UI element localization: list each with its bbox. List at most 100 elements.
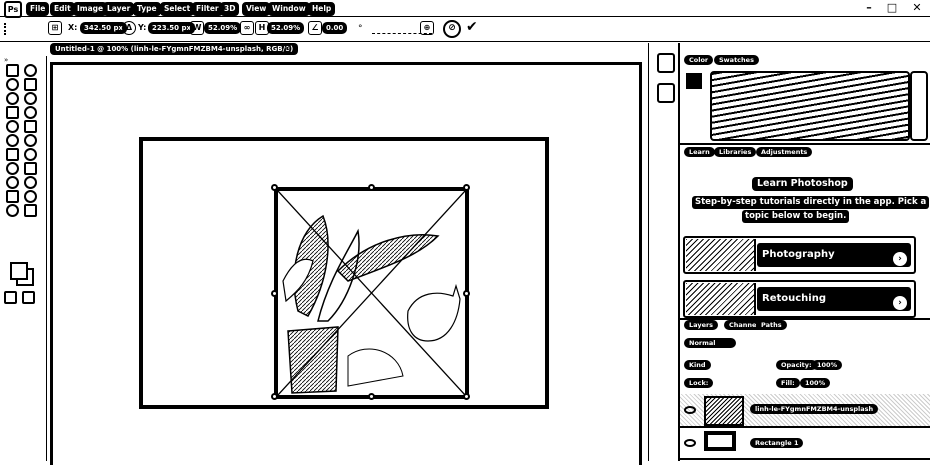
eraser-tool-icon[interactable] <box>24 134 37 147</box>
layer-row-rectangle[interactable]: Rectangle 1 <box>680 428 930 460</box>
opacity-label: Opacity: <box>776 360 817 370</box>
history-panel-icon[interactable] <box>657 83 675 103</box>
placed-image-layer[interactable] <box>274 187 469 399</box>
transform-handle-right[interactable] <box>463 290 470 297</box>
transform-handle-tl[interactable] <box>271 184 278 191</box>
move-tool-icon[interactable] <box>6 64 19 77</box>
menu-select[interactable]: Select <box>160 2 195 16</box>
layer-kind-filter[interactable]: Kind <box>684 360 711 370</box>
edit-toolbar-icon[interactable] <box>24 204 37 217</box>
tab-swatches[interactable]: Swatches <box>714 55 759 65</box>
menu-help[interactable]: Help <box>308 2 336 16</box>
transform-handle-br[interactable] <box>463 393 470 400</box>
y-position-field[interactable]: 223.50 px <box>148 22 195 34</box>
eye-icon[interactable] <box>684 439 696 447</box>
eyedropper-tool-icon[interactable] <box>6 106 19 119</box>
color-spectrum[interactable] <box>710 71 910 141</box>
layer-row-photo[interactable]: linh-le-FYgmnFMZBM4-unsplash <box>680 394 930 428</box>
chevron-right-icon: › <box>893 296 907 310</box>
document-tab[interactable]: Untitled-1 @ 100% (linh-le-FYgmnFMZBM4-u… <box>50 43 299 55</box>
rotate-field[interactable]: 0.00 <box>322 22 348 34</box>
commit-transform-icon[interactable]: ✔ <box>466 19 478 35</box>
toolbar-collapse-icon[interactable]: » <box>4 56 8 64</box>
panel-divider <box>680 143 930 145</box>
transform-handle-top[interactable] <box>368 184 375 191</box>
brush-tool-icon[interactable] <box>6 120 19 133</box>
tab-learn[interactable]: Learn <box>684 147 715 157</box>
photography-thumbnail <box>686 239 756 271</box>
document-tab-title: Untitled-1 @ 100% (linh-le-FYgmnFMZBM4-u… <box>55 45 294 53</box>
color-slider[interactable] <box>910 71 928 141</box>
type-tool-icon[interactable] <box>6 176 19 189</box>
tab-adjustments[interactable]: Adjustments <box>756 147 813 157</box>
transform-handle-bl[interactable] <box>271 393 278 400</box>
layers-divider <box>680 318 930 320</box>
learn-title: Learn Photoshop <box>752 177 853 191</box>
quick-mask-icon[interactable] <box>4 291 17 304</box>
clone-stamp-icon[interactable] <box>24 120 37 133</box>
learn-card-photography[interactable]: Photography › <box>683 236 916 274</box>
x-position-field[interactable]: 342.50 px <box>80 22 127 34</box>
marquee-tool-icon[interactable] <box>6 78 19 91</box>
color-foreground-icon[interactable] <box>686 73 702 89</box>
dodge-tool-icon[interactable] <box>6 162 19 175</box>
fill-field[interactable]: 100% <box>800 378 831 388</box>
fill-label: Fill: <box>776 378 800 388</box>
healing-brush-icon[interactable] <box>24 106 37 119</box>
transform-handle-left[interactable] <box>271 290 278 297</box>
transform-handle-bottom[interactable] <box>368 393 375 400</box>
pen-tool-icon[interactable] <box>24 162 37 175</box>
shape-tool-icon[interactable] <box>6 190 19 203</box>
blur-tool-icon[interactable] <box>24 148 37 161</box>
tab-paths[interactable]: Paths <box>756 320 787 330</box>
options-grip <box>4 23 14 35</box>
minimize-button[interactable]: – <box>862 1 876 14</box>
layer-name[interactable]: Rectangle 1 <box>750 438 804 448</box>
shape-layer-thumbnail <box>704 431 736 451</box>
menu-view[interactable]: View <box>242 2 271 16</box>
tab-color[interactable]: Color <box>684 55 714 65</box>
blend-mode-select[interactable]: Normal <box>684 338 736 348</box>
tab-layers[interactable]: Layers <box>684 320 719 330</box>
layer-thumbnail <box>704 396 744 426</box>
width-field[interactable]: 52.09% <box>204 22 242 34</box>
transform-handle-tr[interactable] <box>463 184 470 191</box>
menu-filter[interactable]: Filter <box>192 2 223 16</box>
history-brush-icon[interactable] <box>6 134 19 147</box>
learn-card-label: Retouching <box>762 293 827 304</box>
reference-point-icon[interactable]: ⊞ <box>48 21 62 35</box>
menu-file[interactable]: File <box>26 2 50 16</box>
learn-card-retouching[interactable]: Retouching › <box>683 280 916 318</box>
zoom-tool-icon[interactable] <box>6 204 19 217</box>
close-window-button[interactable]: ✕ <box>910 1 924 14</box>
warp-mode-icon[interactable]: ⊕ <box>420 21 434 35</box>
gradient-tool-icon[interactable] <box>6 148 19 161</box>
height-field[interactable]: 52.09% <box>267 22 305 34</box>
artboard-tool-icon[interactable] <box>24 64 37 77</box>
lasso-tool-icon[interactable] <box>24 78 37 91</box>
menu-window[interactable]: Window <box>268 2 310 16</box>
menu-edit[interactable]: Edit <box>50 2 75 16</box>
opacity-field[interactable]: 100% <box>812 360 843 370</box>
menu-layer[interactable]: Layer <box>103 2 135 16</box>
eye-icon[interactable] <box>684 406 696 414</box>
document-tab-close-icon[interactable]: ✕ <box>284 44 291 53</box>
path-select-icon[interactable] <box>24 176 37 189</box>
quick-select-tool-icon[interactable] <box>6 92 19 105</box>
hand-tool-icon[interactable] <box>24 190 37 203</box>
menu-3d[interactable]: 3D <box>220 2 240 16</box>
maximize-button[interactable]: □ <box>885 1 899 14</box>
layer-name[interactable]: linh-le-FYgmnFMZBM4-unsplash <box>750 404 879 414</box>
menu-type[interactable]: Type <box>133 2 161 16</box>
relative-position-icon[interactable]: Δ <box>122 21 136 35</box>
cancel-transform-icon[interactable]: ⊘ <box>443 20 461 38</box>
screen-mode-icon[interactable] <box>22 291 35 304</box>
crop-tool-icon[interactable] <box>24 92 37 105</box>
libraries-panel-icon[interactable] <box>657 53 675 73</box>
menu-image[interactable]: Image <box>73 2 108 16</box>
foreground-color-swatch[interactable] <box>10 262 28 280</box>
options-bar: ⊞ X: 342.50 px Δ Y: 223.50 px W 52.09% ∞… <box>0 17 930 42</box>
link-icon[interactable]: ∞ <box>240 21 254 35</box>
tab-libraries[interactable]: Libraries <box>714 147 757 157</box>
y-label: Y: <box>138 23 147 32</box>
